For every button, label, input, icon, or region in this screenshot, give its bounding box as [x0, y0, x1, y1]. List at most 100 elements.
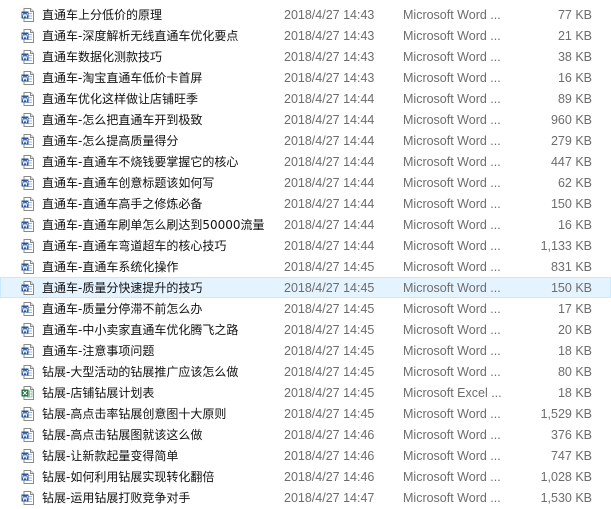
file-size: 20 KB: [557, 323, 592, 337]
file-list[interactable]: 直通车上分低价的原理 2018/4/27 14:43 Microsoft Word …: [0, 0, 611, 509]
word-doc-icon: [21, 134, 35, 148]
file-name: 直通车-直通车刷单怎么刷达到50000流量: [42, 218, 265, 232]
file-size: 150 KB: [550, 197, 592, 211]
file-type: Microsoft Word ...: [403, 470, 501, 484]
file-type: Microsoft Word ...: [403, 281, 501, 295]
file-row[interactable]: 直通车上分低价的原理 2018/4/27 14:43 Microsoft Word …: [0, 4, 611, 25]
file-size: 1,028 KB: [540, 470, 592, 484]
file-modified-date: 2018/4/27 14:44: [284, 197, 375, 211]
file-name: 钻展-大型活动的钻展推广应该怎么做: [42, 365, 239, 379]
word-doc-icon: [21, 239, 35, 253]
file-type: Microsoft Word ...: [403, 365, 501, 379]
file-modified-date: 2018/4/27 14:44: [284, 239, 375, 253]
file-name: 直通车-直通车系统化操作: [42, 260, 179, 274]
file-row[interactable]: 钻展-让新款起量变得简单 2018/4/27 14:46 Microsoft Wor…: [0, 445, 611, 466]
file-type: Microsoft Word ...: [403, 323, 501, 337]
file-row[interactable]: 直通车-怎么提高质量得分 2018/4/27 14:44 Microsoft Wor…: [0, 130, 611, 151]
word-doc-icon: [21, 302, 35, 316]
file-row[interactable]: 直通车-直通车高手之修炼必备 2018/4/27 14:44 Microsoft W…: [0, 193, 611, 214]
file-modified-date: 2018/4/27 14:44: [284, 113, 375, 127]
file-modified-date: 2018/4/27 14:47: [284, 491, 375, 505]
file-size: 376 KB: [550, 428, 592, 442]
file-name: 钻展-运用钻展打败竞争对手: [42, 491, 191, 505]
word-doc-icon: [21, 344, 35, 358]
file-size: 80 KB: [557, 365, 592, 379]
file-modified-date: 2018/4/27 14:43: [284, 29, 375, 43]
file-row[interactable]: 直通车-注意事项问题 2018/4/27 14:45 Microsoft Word …: [0, 340, 611, 361]
file-size: 18 KB: [557, 386, 592, 400]
file-size: 747 KB: [550, 449, 592, 463]
file-type: Microsoft Excel ...: [403, 386, 502, 400]
file-row[interactable]: 钻展-大型活动的钻展推广应该怎么做 2018/4/27 14:45 Microsof…: [0, 361, 611, 382]
file-name: 直通车优化这样做让店铺旺季: [42, 92, 199, 106]
word-doc-icon: [21, 365, 35, 379]
file-row[interactable]: 直通车-直通车刷单怎么刷达到50000流量 2018/4/27 14:44 Micr…: [0, 214, 611, 235]
word-doc-icon: [21, 8, 35, 22]
file-size: 77 KB: [557, 8, 592, 22]
file-size: 89 KB: [557, 92, 592, 106]
file-name: 钻展-高点击率钻展创意图十大原则: [42, 407, 227, 421]
file-size: 831 KB: [550, 260, 592, 274]
file-row[interactable]: 钻展-高点击率钻展创意图十大原则 2018/4/27 14:45 Microsoft…: [0, 403, 611, 424]
file-type: Microsoft Word ...: [403, 155, 501, 169]
file-row[interactable]: 直通车数据化测款技巧 2018/4/27 14:43 Microsoft Word …: [0, 46, 611, 67]
file-row[interactable]: 直通车优化这样做让店铺旺季 2018/4/27 14:44 Microsoft Wo…: [0, 88, 611, 109]
file-name: 钻展-店铺钻展计划表: [42, 386, 155, 400]
file-row[interactable]: 直通车-中小卖家直通车优化腾飞之路 2018/4/27 14:45 Microsof…: [0, 319, 611, 340]
file-modified-date: 2018/4/27 14:45: [284, 386, 375, 400]
file-size: 447 KB: [550, 155, 592, 169]
file-type: Microsoft Word ...: [403, 197, 501, 211]
file-size: 38 KB: [557, 50, 592, 64]
file-type: Microsoft Word ...: [403, 344, 501, 358]
file-row[interactable]: 钻展-如何利用钻展实现转化翻倍 2018/4/27 14:46 Microsoft …: [0, 466, 611, 487]
file-type: Microsoft Word ...: [403, 176, 501, 190]
file-row[interactable]: 钻展-高点击钻展图就该这么做 2018/4/27 14:46 Microsoft W…: [0, 424, 611, 445]
file-row[interactable]: 直通车-直通车不烧钱要掌握它的核心 2018/4/27 14:44 Microsof…: [0, 151, 611, 172]
file-type: Microsoft Word ...: [403, 239, 501, 253]
file-type: Microsoft Word ...: [403, 8, 501, 22]
file-row[interactable]: 直通车-质量分快速提升的技巧 2018/4/27 14:45 Microsoft W…: [0, 277, 611, 298]
file-modified-date: 2018/4/27 14:45: [284, 365, 375, 379]
file-size: 1,529 KB: [540, 407, 592, 421]
file-modified-date: 2018/4/27 14:44: [284, 134, 375, 148]
file-row[interactable]: 直通车-质量分停滞不前怎么办 2018/4/27 14:45 Microsoft W…: [0, 298, 611, 319]
file-modified-date: 2018/4/27 14:46: [284, 449, 375, 463]
file-row[interactable]: 钻展-运用钻展打败竞争对手 2018/4/27 14:47 Microsoft Wo…: [0, 487, 611, 508]
file-row[interactable]: 直通车-直通车系统化操作 2018/4/27 14:45 Microsoft Wor…: [0, 256, 611, 277]
file-size: 960 KB: [550, 113, 592, 127]
file-name: 钻展-高点击钻展图就该这么做: [42, 428, 203, 442]
file-name: 直通车-怎么把直通车开到极致: [42, 113, 203, 127]
file-size: 17 KB: [557, 302, 592, 316]
file-name: 直通车-深度解析无线直通车优化要点: [42, 29, 239, 43]
file-modified-date: 2018/4/27 14:43: [284, 8, 375, 22]
file-row[interactable]: 直通车-深度解析无线直通车优化要点 2018/4/27 14:43 Microsof…: [0, 25, 611, 46]
file-type: Microsoft Word ...: [403, 449, 501, 463]
file-modified-date: 2018/4/27 14:44: [284, 218, 375, 232]
word-doc-icon: [21, 260, 35, 274]
word-doc-icon: [21, 176, 35, 190]
file-size: 279 KB: [550, 134, 592, 148]
file-type: Microsoft Word ...: [403, 113, 501, 127]
file-row[interactable]: 钻展-店铺钻展计划表 2018/4/27 14:45 Microsoft Excel…: [0, 382, 611, 403]
file-modified-date: 2018/4/27 14:45: [284, 281, 375, 295]
file-modified-date: 2018/4/27 14:45: [284, 260, 375, 274]
file-row[interactable]: 直通车-怎么把直通车开到极致 2018/4/27 14:44 Microsoft W…: [0, 109, 611, 130]
word-doc-icon: [21, 71, 35, 85]
file-row[interactable]: 直通车-直通车创意标题该如何写 2018/4/27 14:44 Microsoft …: [0, 172, 611, 193]
file-modified-date: 2018/4/27 14:46: [284, 428, 375, 442]
file-row[interactable]: 直通车-淘宝直通车低价卡首屏 2018/4/27 14:43 Microsoft W…: [0, 67, 611, 88]
word-doc-icon: [21, 29, 35, 43]
word-doc-icon: [21, 50, 35, 64]
file-name: 钻展-让新款起量变得简单: [42, 449, 179, 463]
word-doc-icon: [21, 323, 35, 337]
file-type: Microsoft Word ...: [403, 491, 501, 505]
file-size: 1,530 KB: [540, 491, 592, 505]
file-row[interactable]: 直通车-直通车弯道超车的核心技巧 2018/4/27 14:44 Microsoft…: [0, 235, 611, 256]
file-name: 直通车-质量分停滞不前怎么办: [42, 302, 203, 316]
file-type: Microsoft Word ...: [403, 29, 501, 43]
file-type: Microsoft Word ...: [403, 428, 501, 442]
file-type: Microsoft Word ...: [403, 302, 501, 316]
file-size: 21 KB: [557, 29, 592, 43]
file-name: 钻展-如何利用钻展实现转化翻倍: [42, 470, 215, 484]
file-type: Microsoft Word ...: [403, 218, 501, 232]
